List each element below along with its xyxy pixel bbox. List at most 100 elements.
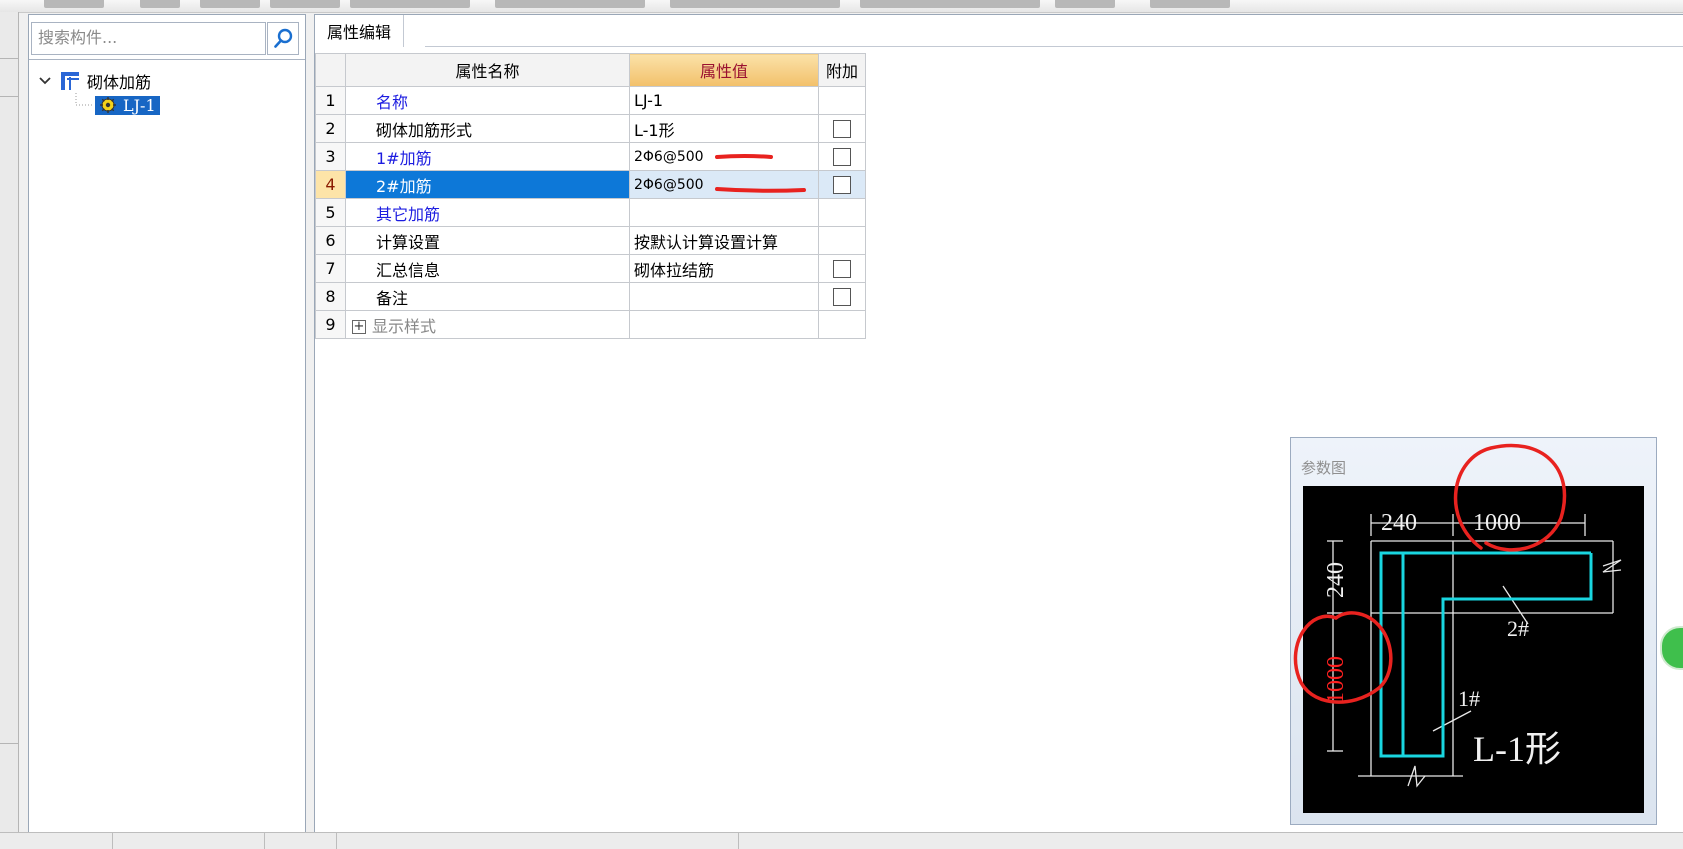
property-value[interactable]: 2Φ6@500 <box>629 142 819 171</box>
extra-cell <box>818 86 866 115</box>
property-name: 砌体加筋形式 <box>345 114 630 143</box>
property-value[interactable] <box>629 310 819 339</box>
property-name: 名称 <box>345 86 630 115</box>
row-number: 7 <box>315 254 346 283</box>
table-row[interactable]: 2 砌体加筋形式 L-1形 <box>315 114 866 143</box>
chevron-down-icon[interactable] <box>37 73 53 89</box>
property-value[interactable]: 按默认计算设置计算 <box>629 226 819 255</box>
extra-checkbox[interactable] <box>833 288 851 307</box>
row-number: 6 <box>315 226 346 255</box>
toolbar-button[interactable] <box>140 0 180 8</box>
red-circle-annotation <box>1293 611 1393 704</box>
tree-node-lj-1[interactable]: LJ-1 <box>95 93 160 117</box>
table-header-row: 属性名称 属性值 附加 <box>315 53 866 87</box>
row-number: 5 <box>315 198 346 227</box>
gear-icon <box>100 97 116 113</box>
toolbar-button[interactable] <box>44 0 104 8</box>
toolbar-button[interactable] <box>270 0 340 8</box>
extra-cell <box>818 142 866 171</box>
toolbar-button[interactable] <box>1150 0 1230 8</box>
status-cell <box>264 833 337 849</box>
property-name: 其它加筋 <box>345 198 630 227</box>
property-value[interactable]: L-1形 <box>629 114 819 143</box>
property-name: 计算设置 <box>345 226 630 255</box>
table-row[interactable]: 7 汇总信息 砌体拉结筋 <box>315 254 866 283</box>
tree-root-label: 砌体加筋 <box>87 73 152 92</box>
extra-checkbox[interactable] <box>833 120 851 139</box>
column-header-value[interactable]: 属性值 <box>629 53 819 87</box>
row-number: 3 <box>315 142 346 171</box>
property-value[interactable]: LJ-1 <box>629 86 819 115</box>
property-name: 汇总信息 <box>345 254 630 283</box>
tab-label: 属性编辑 <box>327 23 392 42</box>
status-cell <box>112 833 265 849</box>
column-header-name[interactable]: 属性名称 <box>345 53 630 87</box>
parameter-figure-window: 参数图 240 1000 240 1000 2# 1# L-1形 <box>1290 437 1657 825</box>
property-name: 2#加筋 <box>345 170 630 199</box>
property-value[interactable]: 砌体拉结筋 <box>629 254 819 283</box>
property-name: 显示样式 <box>372 316 437 336</box>
toolbar-button[interactable] <box>495 0 645 8</box>
table-row[interactable]: 1 名称 LJ-1 <box>315 86 866 115</box>
search-field[interactable] <box>31 22 266 55</box>
property-name: 1#加筋 <box>345 142 630 171</box>
extra-cell <box>818 254 866 283</box>
table-row[interactable]: 3 1#加筋 2Φ6@500 <box>315 142 866 171</box>
tree-child-label: LJ-1 <box>123 95 156 115</box>
toolbar-button[interactable] <box>1055 0 1115 8</box>
property-value[interactable]: 2Φ6@500 <box>629 170 819 199</box>
table-row[interactable]: 6 计算设置 按默认计算设置计算 <box>315 226 866 255</box>
extra-cell <box>818 226 866 255</box>
rebar-group-icon <box>61 72 79 90</box>
dock-tab[interactable] <box>0 707 18 744</box>
dock-tab[interactable] <box>0 58 18 97</box>
property-value[interactable] <box>629 198 819 227</box>
left-dock-strip <box>0 12 19 832</box>
row-number: 2 <box>315 114 346 143</box>
separator <box>29 59 305 60</box>
extra-cell <box>818 282 866 311</box>
toolbar-button[interactable] <box>350 0 470 8</box>
extra-checkbox[interactable] <box>833 176 851 195</box>
toolbar-button[interactable] <box>860 0 1040 8</box>
tree-node-root[interactable]: 砌体加筋 <box>37 69 151 93</box>
search-input[interactable] <box>32 23 264 52</box>
property-table: 属性名称 属性值 附加 1 名称 LJ-1 2 砌体加筋形式 L-1形 3 1#… <box>315 53 866 339</box>
property-name-group: + 显示样式 <box>345 310 630 339</box>
red-underline-annotation <box>715 187 806 193</box>
red-circle-annotation <box>1453 443 1567 552</box>
row-number-header <box>315 53 346 87</box>
table-row[interactable]: 9 + 显示样式 <box>315 310 866 339</box>
extra-cell <box>818 198 866 227</box>
row-number: 8 <box>315 282 346 311</box>
search-button[interactable] <box>267 22 299 55</box>
row-number: 4 <box>315 170 346 199</box>
property-value-text: 2Φ6@500 <box>634 148 704 165</box>
dock-tab[interactable] <box>0 12 18 59</box>
extra-cell <box>818 170 866 199</box>
status-cell <box>0 833 113 849</box>
status-bar <box>0 832 1683 849</box>
search-icon <box>274 28 293 48</box>
status-cell <box>336 833 739 849</box>
tab-property-edit[interactable]: 属性编辑 <box>315 15 405 47</box>
row-number: 1 <box>315 86 346 115</box>
extra-checkbox[interactable] <box>833 148 851 167</box>
table-row-selected[interactable]: 4 2#加筋 2Φ6@500 <box>315 170 866 199</box>
property-name: 备注 <box>345 282 630 311</box>
red-underline-annotation <box>715 154 773 159</box>
toolbar-button[interactable] <box>200 0 260 8</box>
tab-underline <box>425 46 1683 47</box>
component-tree-panel: 砌体加筋 LJ-1 <box>28 14 306 834</box>
tree-connector <box>75 93 93 106</box>
top-toolbar <box>0 0 1683 13</box>
expand-plus-icon[interactable]: + <box>352 320 366 334</box>
property-value-text: 2Φ6@500 <box>634 176 704 193</box>
red-circle-annotations <box>1293 443 1567 704</box>
toolbar-button[interactable] <box>670 0 840 8</box>
table-row[interactable]: 8 备注 <box>315 282 866 311</box>
column-header-extra[interactable]: 附加 <box>818 53 866 87</box>
table-row[interactable]: 5 其它加筋 <box>315 198 866 227</box>
extra-checkbox[interactable] <box>833 260 851 279</box>
property-value[interactable] <box>629 282 819 311</box>
